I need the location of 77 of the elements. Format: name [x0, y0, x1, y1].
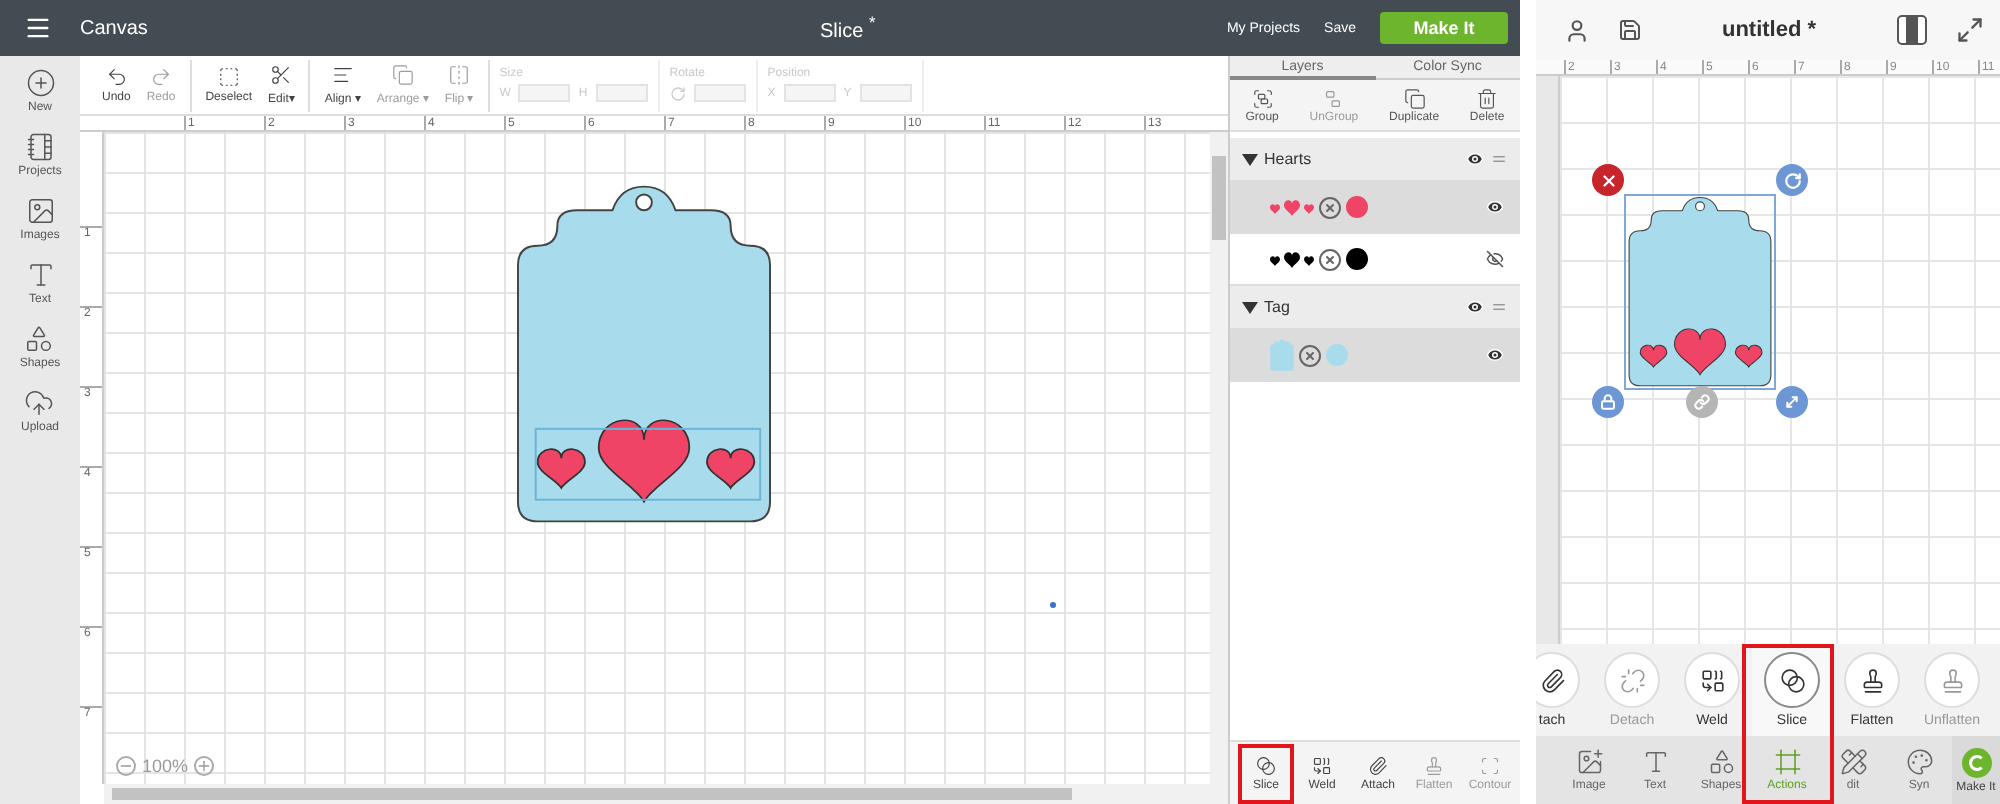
paperclip-icon — [1539, 667, 1565, 693]
cloud-upload-icon — [24, 388, 55, 418]
ungroup-icon — [1322, 87, 1345, 109]
eye-icon[interactable] — [1466, 150, 1484, 168]
user-icon[interactable] — [1564, 17, 1590, 43]
document-title: untitled * — [1719, 18, 1819, 42]
text-icon — [1641, 748, 1669, 776]
group-name: Hearts — [1264, 150, 1314, 168]
overlapping-shapes-icon — [1256, 755, 1276, 775]
flatten-icon — [1859, 667, 1885, 693]
contour-icon — [1480, 755, 1500, 775]
dashed-square-icon — [217, 66, 240, 88]
app-title: Canvas — [80, 17, 150, 39]
paperclip-icon — [1368, 755, 1388, 775]
delete-icon — [1476, 87, 1499, 109]
tag-thumbnail — [1270, 338, 1294, 372]
vertical-scrollbar[interactable] — [1210, 132, 1228, 784]
expand-triangle-icon[interactable] — [1242, 301, 1258, 313]
circle-x-icon — [1298, 343, 1322, 367]
layer-group-header[interactable]: Hearts — [1230, 138, 1520, 182]
lock-handle[interactable] — [1592, 386, 1624, 418]
menu-icon[interactable] — [24, 14, 52, 42]
undo-icon — [105, 66, 128, 88]
ruler-pencil-icon — [1839, 748, 1867, 776]
notebook-icon — [25, 132, 55, 162]
palette-icon — [1905, 748, 1933, 776]
color-swatch[interactable] — [1346, 248, 1368, 270]
point-marker — [1050, 602, 1056, 608]
zoom-level: 100% — [142, 756, 189, 776]
save-icon[interactable] — [1618, 18, 1642, 42]
shapes-icon — [1707, 748, 1735, 776]
drag-handle-icon[interactable] — [1490, 298, 1508, 316]
document-title: Slice $^{*}$ — [820, 12, 878, 44]
circle-x-icon — [1318, 195, 1342, 219]
drag-handle-icon[interactable] — [1490, 150, 1508, 168]
logo-icon — [1961, 747, 1991, 777]
eye-icon[interactable] — [1466, 298, 1484, 316]
eye-icon[interactable] — [1486, 346, 1504, 364]
eye-icon[interactable] — [1486, 198, 1504, 216]
overlapping-shapes-icon — [1779, 667, 1805, 693]
rotate-handle[interactable] — [1776, 164, 1808, 196]
zoom-in-icon[interactable] — [194, 756, 215, 776]
image-icon — [25, 196, 55, 226]
flip-icon — [448, 64, 471, 86]
stacked-squares-icon — [391, 64, 414, 86]
text-icon — [25, 260, 55, 290]
delete-handle[interactable] — [1592, 164, 1624, 196]
duplicate-icon — [1403, 87, 1426, 109]
weld-icon — [1312, 755, 1332, 775]
color-swatch[interactable] — [1326, 344, 1348, 366]
group-icon — [1251, 87, 1274, 109]
scissors-icon — [270, 64, 293, 86]
group-name: Tag — [1264, 298, 1292, 316]
unflatten-icon — [1939, 667, 1965, 693]
weld-icon — [1699, 667, 1725, 693]
circle-x-icon — [1318, 247, 1342, 271]
flatten-icon — [1424, 755, 1444, 775]
split-view-icon[interactable] — [1896, 14, 1928, 46]
broken-link-icon — [1619, 667, 1645, 693]
image-plus-icon — [1575, 748, 1603, 776]
link-handle[interactable] — [1686, 386, 1718, 418]
expand-icon[interactable] — [1956, 16, 1984, 44]
horizontal-scrollbar[interactable] — [104, 784, 1228, 804]
align-left-icon — [331, 64, 354, 86]
resize-handle[interactable] — [1776, 386, 1808, 418]
redo-icon — [150, 66, 173, 88]
plus-circle-icon — [25, 68, 55, 98]
shapes-icon — [24, 324, 55, 354]
zoom-out-icon[interactable] — [116, 756, 136, 776]
expand-triangle-icon[interactable] — [1242, 153, 1258, 165]
color-swatch[interactable] — [1346, 196, 1368, 218]
hidden-eye-icon[interactable] — [1486, 250, 1504, 268]
frame-icon — [1773, 748, 1801, 776]
rotate-icon — [669, 85, 686, 101]
hearts-thumbnail — [1270, 251, 1314, 267]
hearts-thumbnail — [1270, 199, 1314, 215]
layer-group-header[interactable]: Tag — [1230, 286, 1520, 330]
